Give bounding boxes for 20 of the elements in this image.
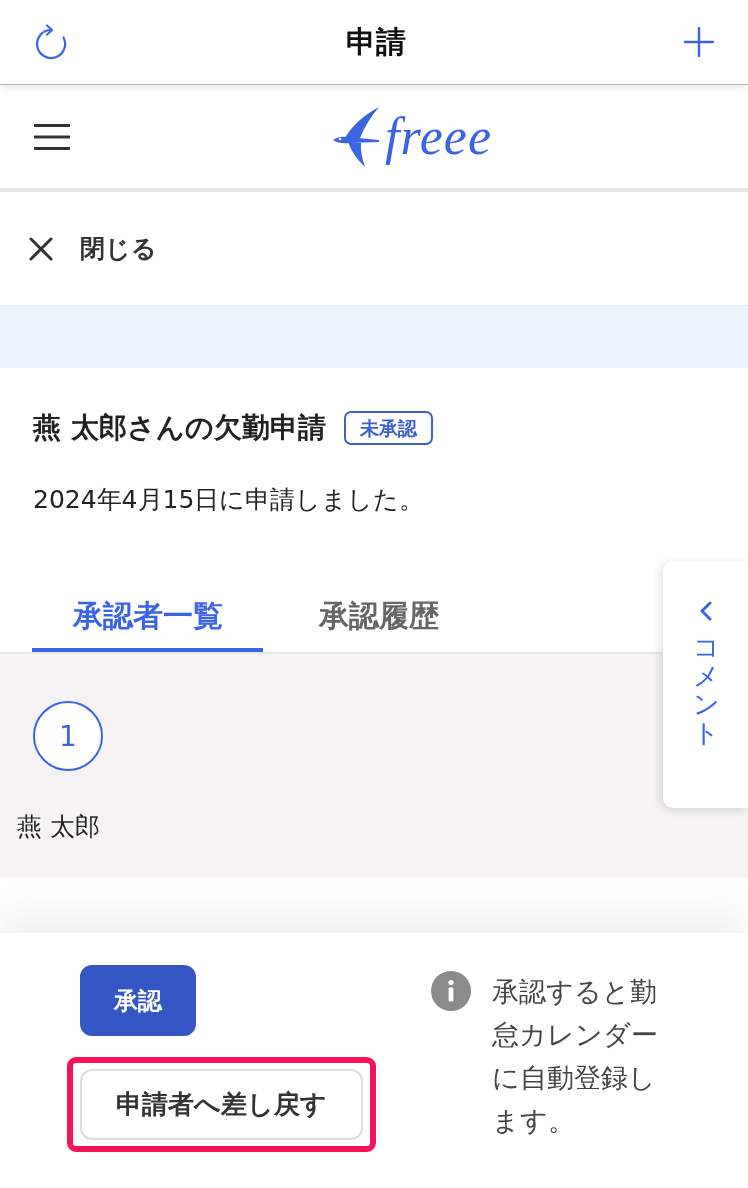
bird-icon xyxy=(333,105,381,168)
request-title: 燕 太郎さんの欠勤申請 xyxy=(33,410,326,446)
submitted-date: 2024年4月15日に申請しました。 xyxy=(33,484,425,516)
refresh-icon[interactable] xyxy=(34,24,68,60)
info-icon xyxy=(431,971,471,1011)
tab[interactable]: 承認履歴 xyxy=(263,590,494,652)
close-button[interactable]: 閉じる xyxy=(29,232,157,265)
close-icon xyxy=(29,236,53,261)
info-note: 承認すると勤怠カレンダーに自動登録します。 xyxy=(492,975,659,1138)
chevron-left-icon xyxy=(699,601,712,621)
comment-tab[interactable]: コメント xyxy=(663,561,748,808)
approve-button[interactable]: 承認 xyxy=(80,965,196,1036)
approver-name: 燕 太郎 xyxy=(17,811,100,843)
page-title: 申請 xyxy=(346,22,406,61)
menu-icon[interactable] xyxy=(34,123,70,150)
plus-icon[interactable] xyxy=(684,27,714,57)
step-number: 1 xyxy=(33,701,103,771)
logo-text: freee xyxy=(385,108,492,165)
send-back-button[interactable]: 申請者へ差し戻す xyxy=(80,1069,363,1140)
status-badge: 未承認 xyxy=(343,411,433,445)
